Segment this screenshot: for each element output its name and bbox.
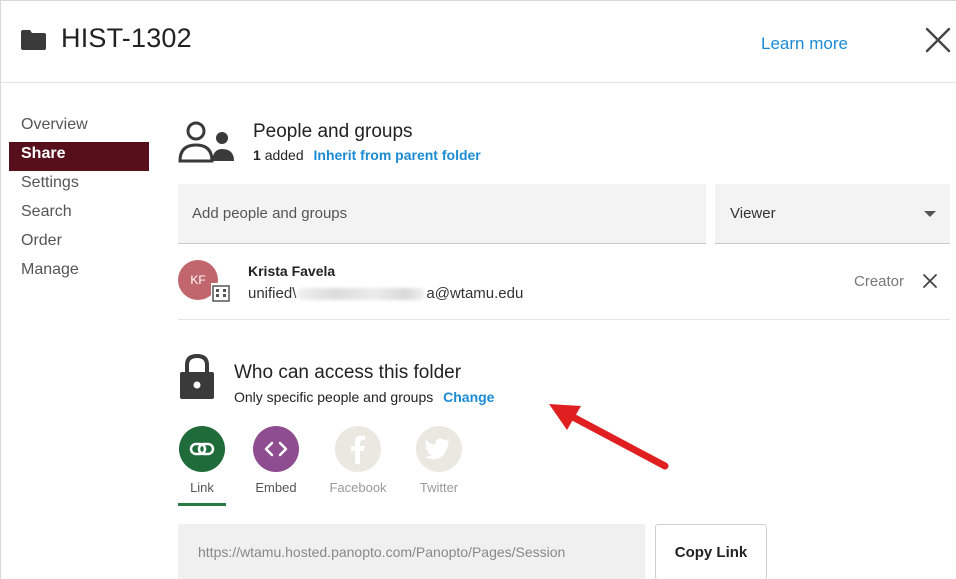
sidebar-item-order[interactable]: Order	[9, 229, 149, 258]
tab-link[interactable]: Link	[167, 426, 237, 506]
sidebar-item-manage[interactable]: Manage	[9, 258, 149, 287]
role-dropdown[interactable]: Viewer	[715, 184, 950, 244]
close-icon[interactable]	[925, 27, 951, 53]
people-section-title: People and groups	[253, 121, 413, 142]
member-name: Krista Favela	[248, 263, 336, 279]
add-people-input[interactable]	[178, 184, 706, 244]
sidebar-nav: Overview Share Settings Search Order Man…	[9, 113, 149, 287]
added-count: 1	[253, 147, 261, 163]
inherit-parent-link[interactable]: Inherit from parent folder	[314, 147, 481, 163]
people-added-summary: 1 added Inherit from parent folder	[253, 147, 481, 163]
twitter-icon	[416, 426, 462, 472]
organization-icon	[211, 283, 231, 303]
change-access-link[interactable]: Change	[443, 389, 494, 405]
tab-twitter[interactable]: Twitter	[404, 426, 474, 495]
remove-member-icon[interactable]	[922, 273, 938, 289]
chevron-down-icon	[924, 211, 936, 217]
member-email: unified\ a@wtamu.edu	[248, 285, 523, 302]
tab-embed[interactable]: Embed	[241, 426, 311, 495]
role-selected-value: Viewer	[730, 205, 776, 222]
redacted-email-segment	[297, 288, 426, 301]
tab-twitter-label: Twitter	[419, 480, 459, 495]
share-dialog: HIST-1302 Learn more Overview Share Sett…	[0, 0, 956, 579]
folder-icon	[21, 30, 46, 50]
sidebar-item-search[interactable]: Search	[9, 200, 149, 229]
share-link-field[interactable]: https://wtamu.hosted.panopto.com/Panopto…	[178, 524, 645, 579]
tab-facebook[interactable]: Facebook	[323, 426, 393, 495]
added-label: added	[264, 147, 304, 163]
page-title: HIST-1302	[61, 23, 192, 53]
link-icon	[179, 426, 225, 472]
tab-facebook-label: Facebook	[329, 480, 387, 495]
member-row: KF Krista Favela unified\ a@wtamu.edu Cre…	[178, 256, 950, 320]
email-suffix: a@wtamu.edu	[426, 285, 524, 302]
sidebar-item-settings[interactable]: Settings	[9, 171, 149, 200]
active-tab-indicator	[178, 503, 226, 506]
email-prefix: unified\	[248, 285, 297, 302]
embed-icon	[253, 426, 299, 472]
copy-link-button[interactable]: Copy Link	[655, 524, 767, 579]
facebook-icon	[335, 426, 381, 472]
sidebar-item-overview[interactable]: Overview	[9, 113, 149, 142]
tab-link-label: Link	[190, 480, 214, 495]
member-role: Creator	[854, 273, 905, 290]
dialog-header: HIST-1302 Learn more	[1, 1, 956, 83]
access-level-text: Only specific people and groups	[234, 389, 434, 405]
lock-icon	[180, 354, 214, 399]
access-section-title: Who can access this folder	[234, 362, 462, 383]
access-description: Only specific people and groups Change	[234, 389, 494, 405]
tab-embed-label: Embed	[255, 480, 297, 495]
annotation-arrow-icon	[549, 404, 669, 470]
people-icon	[178, 121, 234, 163]
sidebar-item-share[interactable]: Share	[9, 142, 149, 171]
learn-more-link[interactable]: Learn more	[761, 34, 848, 54]
